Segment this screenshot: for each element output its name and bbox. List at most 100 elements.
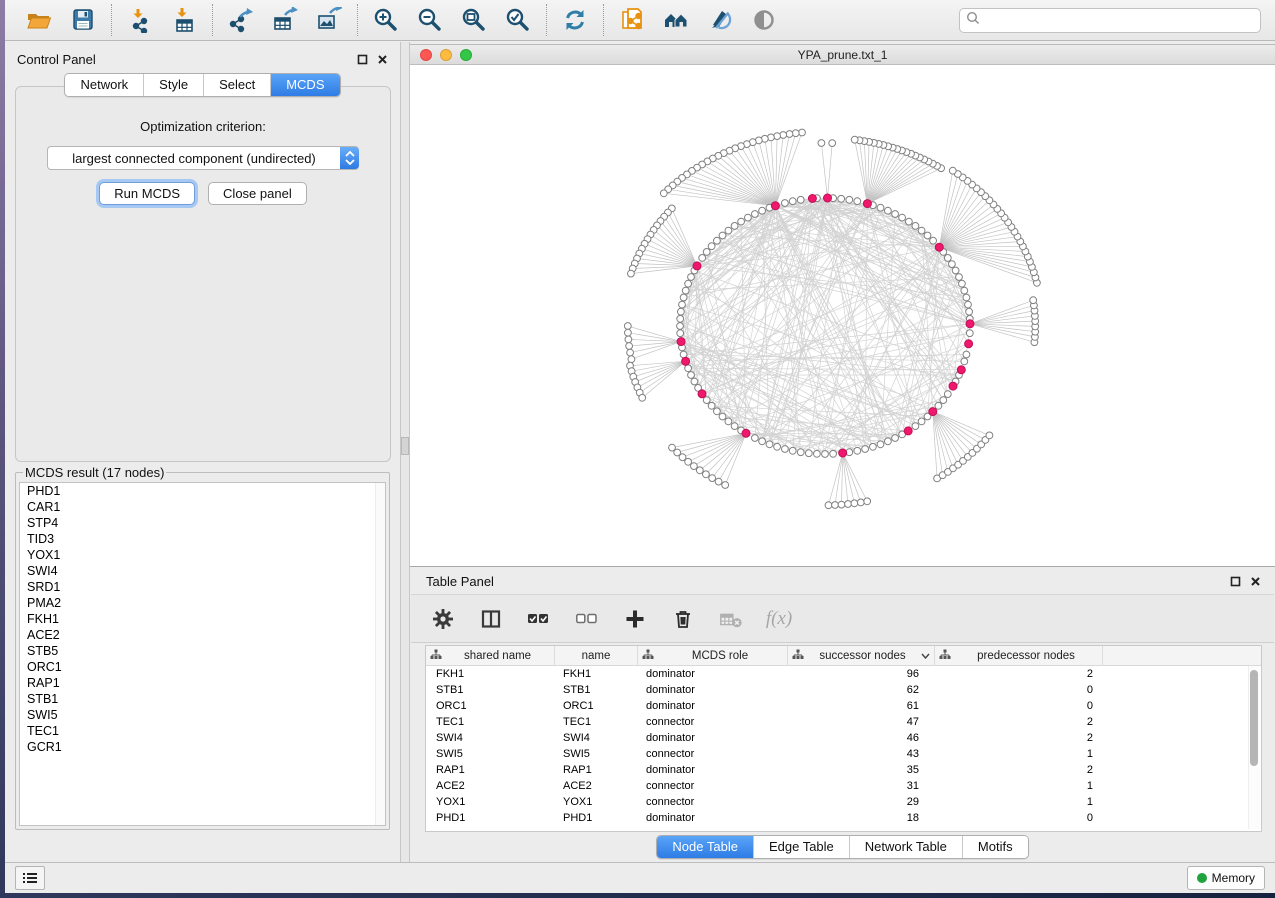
add-column-icon[interactable] bbox=[623, 607, 647, 631]
mcds-result-list[interactable]: PHD1CAR1STP4TID3YOX1SWI4SRD1PMA2FKH1ACE2… bbox=[19, 482, 386, 826]
table-row[interactable]: ORC1ORC1dominator610 bbox=[426, 698, 1261, 714]
search-input[interactable] bbox=[984, 12, 1254, 28]
mcds-result-node[interactable]: ORC1 bbox=[20, 659, 385, 675]
table-row[interactable]: RAP1RAP1dominator352 bbox=[426, 762, 1261, 778]
zoom-out-icon[interactable] bbox=[416, 6, 444, 34]
new-network-from-selection-icon[interactable] bbox=[618, 6, 646, 34]
column-header-successor-nodes[interactable]: successor nodes bbox=[788, 646, 935, 665]
table-row[interactable]: PHD1PHD1dominator180 bbox=[426, 810, 1261, 826]
maximize-window-icon[interactable] bbox=[460, 49, 472, 61]
mcds-result-node[interactable]: ACE2 bbox=[20, 627, 385, 643]
table-row[interactable]: SWI5SWI5connector431 bbox=[426, 746, 1261, 762]
table-panel-header: Table Panel bbox=[410, 567, 1275, 594]
tab-mcds[interactable]: MCDS bbox=[270, 74, 339, 96]
column-header-predecessor-nodes[interactable]: predecessor nodes bbox=[935, 646, 1103, 665]
export-network-icon[interactable] bbox=[227, 6, 255, 34]
zoom-in-icon[interactable] bbox=[372, 6, 400, 34]
mcds-result-node[interactable]: TID3 bbox=[20, 531, 385, 547]
save-session-icon[interactable] bbox=[69, 6, 97, 34]
cell-predecessor-nodes: 2 bbox=[935, 764, 1103, 776]
refresh-icon[interactable] bbox=[561, 6, 589, 34]
scrollbar-thumb[interactable] bbox=[1250, 670, 1258, 766]
float-panel-icon[interactable] bbox=[1229, 576, 1241, 588]
import-network-icon[interactable] bbox=[126, 6, 154, 34]
zoom-fit-icon[interactable] bbox=[460, 6, 488, 34]
zoom-selected-icon[interactable] bbox=[504, 6, 532, 34]
network-window-titlebar[interactable]: YPA_prune.txt_1 bbox=[410, 45, 1275, 65]
table-scrollbar[interactable] bbox=[1248, 666, 1260, 829]
table-row[interactable]: TEC1TEC1connector472 bbox=[426, 714, 1261, 730]
cell-shared-name: RAP1 bbox=[426, 764, 555, 776]
mcds-result-node[interactable]: PHD1 bbox=[20, 483, 385, 499]
close-panel-icon[interactable] bbox=[1249, 576, 1261, 588]
optimization-criterion-select[interactable]: largest connected component (undirected) bbox=[47, 146, 359, 170]
close-window-icon[interactable] bbox=[420, 49, 432, 61]
float-panel-icon[interactable] bbox=[356, 53, 368, 65]
memory-button[interactable]: Memory bbox=[1187, 866, 1265, 890]
application-window: Control Panel NetworkStyleSelectMCDS Opt… bbox=[5, 0, 1275, 893]
toggle-column-icon[interactable] bbox=[479, 607, 503, 631]
mcds-result-node[interactable]: GCR1 bbox=[20, 739, 385, 755]
table-row[interactable]: STB1STB1dominator620 bbox=[426, 682, 1261, 698]
minimize-window-icon[interactable] bbox=[440, 49, 452, 61]
mcds-result-node[interactable]: TEC1 bbox=[20, 723, 385, 739]
table-row[interactable]: FKH1FKH1dominator962 bbox=[426, 666, 1261, 682]
cell-shared-name: FKH1 bbox=[426, 668, 555, 680]
settings-gear-icon[interactable] bbox=[431, 607, 455, 631]
tab-network-table[interactable]: Network Table bbox=[849, 836, 962, 858]
divider-handle-icon[interactable] bbox=[401, 437, 409, 455]
tab-edge-table[interactable]: Edge Table bbox=[753, 836, 849, 858]
mcds-result-node[interactable]: SRD1 bbox=[20, 579, 385, 595]
network-canvas[interactable] bbox=[410, 65, 1275, 566]
run-mcds-button[interactable]: Run MCDS bbox=[99, 182, 195, 205]
network-browser-icon[interactable] bbox=[662, 6, 690, 34]
cell-successor-nodes: 62 bbox=[788, 684, 935, 696]
table-row[interactable]: ACE2ACE2connector311 bbox=[426, 778, 1261, 794]
mcds-result-node[interactable]: PMA2 bbox=[20, 595, 385, 611]
deselect-all-icon[interactable] bbox=[575, 607, 599, 631]
table-panel: Table Panel f(x) bbox=[410, 566, 1275, 862]
export-image-icon[interactable] bbox=[315, 6, 343, 34]
open-file-icon[interactable] bbox=[25, 6, 53, 34]
task-history-button[interactable] bbox=[15, 866, 45, 890]
close-panel-icon[interactable] bbox=[376, 53, 388, 65]
toolbar-group bbox=[547, 6, 603, 34]
tab-network[interactable]: Network bbox=[65, 74, 143, 96]
tab-node-table[interactable]: Node Table bbox=[657, 836, 753, 858]
mcds-result-node[interactable]: RAP1 bbox=[20, 675, 385, 691]
close-panel-button[interactable]: Close panel bbox=[208, 182, 307, 205]
tab-motifs[interactable]: Motifs bbox=[962, 836, 1028, 858]
toolbar-group bbox=[358, 6, 546, 34]
table-row[interactable]: SWI4SWI4dominator462 bbox=[426, 730, 1261, 746]
panel-divider[interactable] bbox=[400, 42, 410, 862]
mcds-result-node[interactable]: STB1 bbox=[20, 691, 385, 707]
select-all-icon[interactable] bbox=[527, 607, 551, 631]
show-hide-icon[interactable] bbox=[750, 6, 778, 34]
mcds-result-node[interactable]: SWI4 bbox=[20, 563, 385, 579]
cell-MCDS-role: dominator bbox=[638, 812, 788, 824]
mcds-result-node[interactable]: SWI5 bbox=[20, 707, 385, 723]
column-header-shared-name[interactable]: shared name bbox=[426, 646, 555, 665]
mcds-result-node[interactable]: STP4 bbox=[20, 515, 385, 531]
cell-predecessor-nodes: 0 bbox=[935, 700, 1103, 712]
column-type-icon bbox=[430, 649, 442, 663]
mcds-result-node[interactable]: FKH1 bbox=[20, 611, 385, 627]
search-box[interactable] bbox=[959, 8, 1261, 33]
network-graph[interactable] bbox=[410, 65, 1275, 566]
delete-column-icon[interactable] bbox=[671, 607, 695, 631]
table-row[interactable]: YOX1YOX1connector291 bbox=[426, 794, 1261, 810]
hide-graphics-details-icon[interactable] bbox=[706, 6, 734, 34]
cell-successor-nodes: 29 bbox=[788, 796, 935, 808]
mcds-result-title: MCDS result (17 nodes) bbox=[23, 465, 166, 480]
tab-select[interactable]: Select bbox=[203, 74, 270, 96]
mcds-result-node[interactable]: YOX1 bbox=[20, 547, 385, 563]
list-scrollbar[interactable] bbox=[375, 483, 385, 825]
column-header-MCDS-role[interactable]: MCDS role bbox=[638, 646, 788, 665]
column-header-name[interactable]: name bbox=[555, 646, 638, 665]
export-table-icon[interactable] bbox=[271, 6, 299, 34]
import-table-icon[interactable] bbox=[170, 6, 198, 34]
mcds-result-node[interactable]: STB5 bbox=[20, 643, 385, 659]
cell-name: ACE2 bbox=[555, 780, 638, 792]
tab-style[interactable]: Style bbox=[143, 74, 203, 96]
mcds-result-node[interactable]: CAR1 bbox=[20, 499, 385, 515]
